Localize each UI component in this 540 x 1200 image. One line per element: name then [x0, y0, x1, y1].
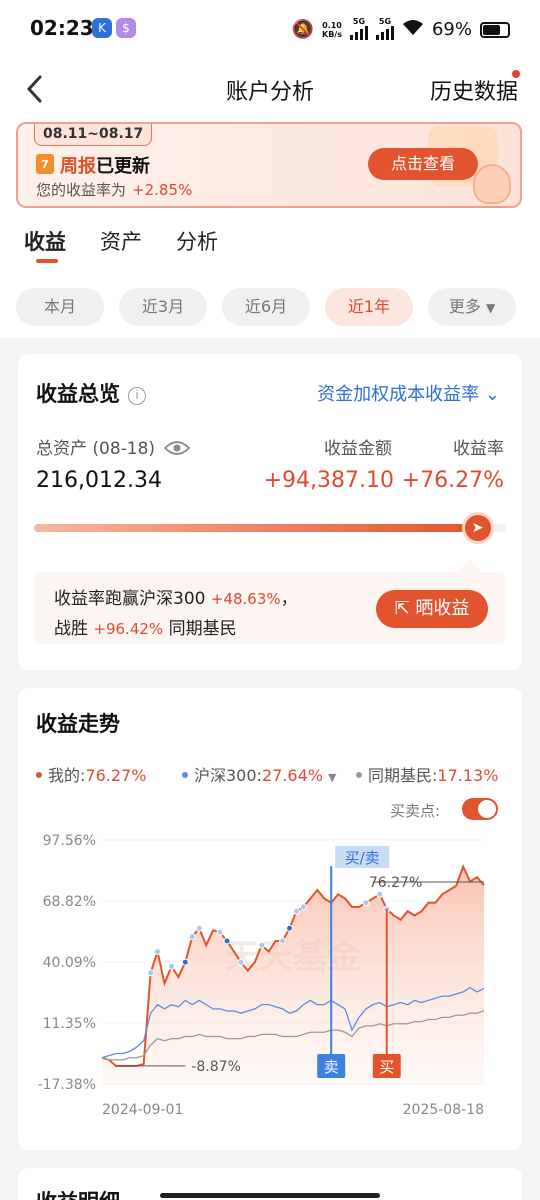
net-speed: 0.10 KB/s: [322, 20, 342, 39]
view-report-button[interactable]: 点击查看: [368, 148, 478, 180]
signal-5g-icon: 5G: [375, 17, 394, 42]
notification-dot: [512, 70, 520, 78]
status-time: 02:23: [30, 16, 94, 40]
trade-point: [167, 962, 175, 970]
trade-point: [299, 903, 307, 911]
trade-point: [376, 890, 384, 898]
trend-chart: 97.56% 68.82% 40.09% 11.35% -17.38% 2024-09-0…: [38, 833, 485, 1118]
series-area-mine: [102, 866, 484, 1084]
wifi-icon: [402, 18, 424, 41]
tab-income[interactable]: 收益: [24, 226, 66, 256]
legend-peers: 同期基民:17.13%: [356, 762, 498, 786]
caret-down-icon: ▼: [328, 771, 337, 784]
trade-point: [362, 899, 370, 907]
trade-point: [147, 969, 155, 977]
total-assets-label: 总资产 (08-18): [36, 434, 191, 459]
signal-5g-icon: 5G: [349, 17, 368, 42]
buy-marker-label: 买: [379, 1058, 394, 1076]
info-icon[interactable]: i: [128, 387, 146, 405]
status-right: 🔕 0.10 KB/s 5G 5G 69%: [292, 17, 510, 42]
banner-title: 周报已更新: [60, 156, 150, 177]
banner-subtitle: 您的收益率为 +2.85%: [36, 181, 193, 199]
tip-arrow: [458, 560, 482, 572]
trend-title: 收益走势: [36, 712, 120, 736]
y-tick-label: 40.09%: [43, 955, 96, 971]
trend-card: 收益走势 我的:76.27% 沪深300:27.64% ▼ 同期基民:17.13…: [18, 688, 522, 1150]
return-progress-bar: [34, 524, 506, 532]
trade-points-label: 买卖点:: [390, 802, 441, 820]
x-tick-label: 2025-08-18: [403, 1102, 484, 1118]
battery-icon: [480, 21, 510, 38]
overview-card: 收益总览 i 资金加权成本收益率 ⌄ 总资产 (08-18) 收益金额 收益率 2…: [18, 354, 522, 670]
trade-point: [223, 937, 231, 945]
filter-1-year[interactable]: 近1年: [325, 288, 413, 326]
profit-label: 收益金额: [324, 439, 392, 459]
y-tick-label: 11.35%: [43, 1016, 96, 1032]
sell-marker-label: 卖: [324, 1058, 339, 1076]
filter-this-month[interactable]: 本月: [16, 288, 104, 326]
trade-point: [181, 958, 189, 966]
pointer-hand-icon: [473, 164, 511, 204]
filter-3-months[interactable]: 近3月: [119, 288, 207, 326]
trade-point: [216, 928, 224, 936]
return-progress-fill: [34, 524, 478, 532]
trade-point: [188, 933, 196, 941]
weekly-report-banner[interactable]: 08.11~08.17 7 周报已更新 您的收益率为 +2.85% 点击查看: [16, 122, 522, 208]
min-label: -8.87%: [191, 1059, 241, 1075]
report-date-range: 08.11~08.17: [34, 124, 153, 146]
share-icon: ⇱: [394, 598, 410, 619]
legend-hs300[interactable]: 沪深300:27.64% ▼: [182, 762, 337, 786]
profit-value: +94,387.10: [263, 468, 394, 493]
app-notification-icon: K: [92, 18, 112, 38]
trade-points-toggle[interactable]: [462, 798, 498, 820]
legend-dot: [182, 772, 188, 778]
tab-analysis[interactable]: 分析: [176, 226, 218, 256]
y-tick-label: 97.56%: [43, 833, 96, 849]
filter-more[interactable]: 更多 ▼: [428, 288, 516, 326]
active-tab-indicator: [36, 259, 58, 263]
home-indicator: [160, 1193, 380, 1198]
tip-line-2: 战胜 +96.42% 同期基民: [54, 619, 237, 639]
eye-icon[interactable]: [164, 440, 191, 456]
tip-line-1: 收益率跑赢沪深300 +48.63%，: [54, 589, 298, 609]
legend-mine: 我的:76.27%: [36, 762, 146, 786]
legend-dot: [356, 772, 362, 778]
trade-point: [258, 941, 266, 949]
outperform-tip: 收益率跑赢沪深300 +48.63%， 战胜 +96.42% 同期基民 ⇱ 晒收…: [34, 572, 506, 644]
share-profit-button[interactable]: ⇱ 晒收益: [376, 590, 488, 628]
trade-point: [292, 907, 300, 915]
rocket-icon: ➤: [461, 512, 494, 544]
legend-dot: [36, 772, 42, 778]
filter-6-months[interactable]: 近6月: [222, 288, 310, 326]
calendar-icon: 7: [36, 154, 54, 174]
trade-point: [286, 924, 294, 932]
trade-point: [237, 958, 245, 966]
total-assets-value: 216,012.34: [36, 468, 162, 493]
y-tick-label: 68.82%: [43, 894, 96, 910]
tab-assets[interactable]: 资产: [100, 226, 142, 256]
battery-percent: 69%: [431, 19, 472, 40]
max-label: 76.27%: [369, 875, 422, 891]
trade-point: [279, 937, 287, 945]
y-tick-label: -17.38%: [38, 1077, 96, 1093]
banner-rate: +2.85%: [132, 181, 193, 199]
x-tick-label: 2024-09-01: [102, 1102, 183, 1118]
detail-title: 收益明细: [36, 1186, 120, 1200]
nav-header: 账户分析 历史数据: [0, 60, 540, 120]
caret-down-icon: ▼: [485, 301, 496, 315]
rate-label: 收益率: [453, 439, 504, 459]
status-bar: 02:23 K $ 🔕 0.10 KB/s 5G 5G 69%: [0, 0, 540, 60]
chevron-down-icon: ⌄: [484, 384, 500, 405]
trade-point: [154, 948, 162, 956]
trade-point: [195, 924, 203, 932]
buy-sell-label: 买/卖: [345, 849, 380, 867]
rate-value: +76.27%: [401, 468, 504, 493]
mute-icon: 🔕: [291, 19, 314, 40]
app-notification-icon: $: [116, 18, 136, 38]
return-mode-select[interactable]: 资金加权成本收益率 ⌄: [317, 380, 500, 406]
overview-title: 收益总览 i: [36, 378, 146, 408]
history-data-link[interactable]: 历史数据: [430, 74, 518, 106]
